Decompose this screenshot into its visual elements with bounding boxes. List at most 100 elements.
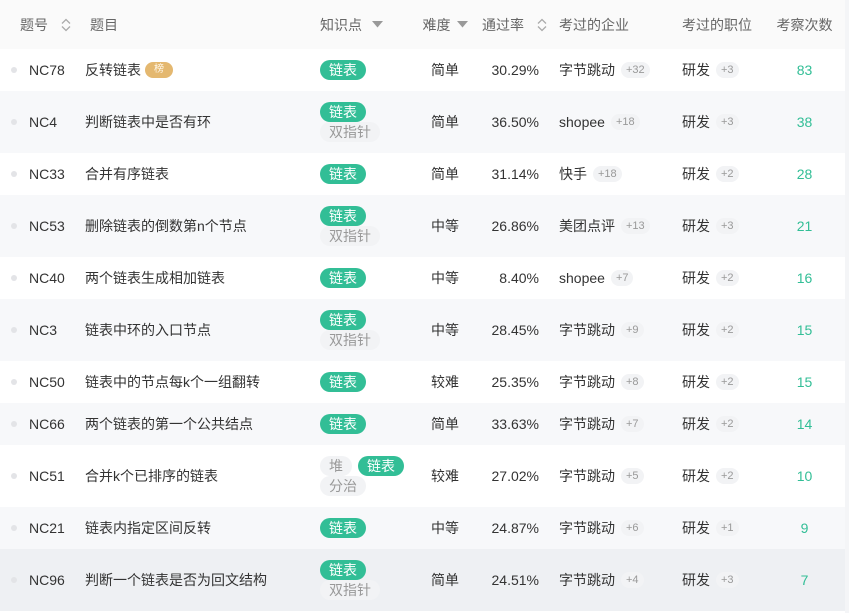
company-cell: 快手 +18 — [559, 164, 682, 184]
problem-title-link[interactable]: 删除链表的倒数第n个节点 — [85, 216, 247, 236]
knowledge-tag[interactable]: 双指针 — [320, 226, 380, 246]
knowledge-tag[interactable]: 双指针 — [320, 330, 380, 350]
tag-list: 链表 — [320, 153, 420, 195]
difficulty: 简单 — [431, 114, 459, 130]
problem-id: NC40 — [29, 270, 65, 286]
pass-rate: 24.87% — [491, 520, 539, 536]
company-more-badge[interactable]: +18 — [610, 114, 640, 130]
exam-count: 83 — [796, 62, 813, 78]
knowledge-tag[interactable]: 链表 — [320, 518, 366, 538]
position-cell: 研发 +3 — [682, 112, 764, 132]
company-name: shopee — [559, 270, 605, 286]
position-more-badge[interactable]: +2 — [716, 374, 739, 390]
table-row[interactable]: NC3 链表中环的入口节点 链表 双指针 中等 28.45% 字节跳动 +9 研发 +2 15 — [0, 299, 845, 361]
pass-rate: 36.50% — [491, 114, 539, 130]
knowledge-tag[interactable]: 链表 — [320, 268, 366, 288]
problem-title-link[interactable]: 链表中的节点每k个一组翻转 — [85, 372, 260, 392]
table-row[interactable]: NC53 删除链表的倒数第n个节点 链表 双指针 中等 26.86% 美团点评 +13 研发 +3… — [0, 195, 845, 257]
table-row[interactable]: NC40 两个链表生成相加链表 链表 中等 8.40% shopee +7 研发 +2 16 — [0, 257, 845, 299]
table-row[interactable]: NC21 链表内指定区间反转 链表 中等 24.87% 字节跳动 +6 研发 +1 9 — [0, 507, 845, 549]
position-cell: 研发 +2 — [682, 372, 764, 392]
header-id-label: 题号 — [20, 16, 48, 33]
problem-title-link[interactable]: 判断链表中是否有环 — [85, 112, 211, 132]
problem-title-cell: 链表内指定区间反转 — [85, 518, 320, 538]
position-more-badge[interactable]: +1 — [716, 520, 739, 536]
company-more-badge[interactable]: +7 — [621, 416, 644, 432]
status-dot — [11, 421, 17, 427]
position-more-badge[interactable]: +2 — [716, 270, 739, 286]
company-more-badge[interactable]: +9 — [621, 322, 644, 338]
header-pass-rate[interactable]: 通过率 — [470, 0, 559, 49]
problem-title-link[interactable]: 合并k个已排序的链表 — [85, 466, 218, 486]
knowledge-tag[interactable]: 链表 — [320, 60, 366, 80]
knowledge-tag[interactable]: 链表 — [320, 102, 366, 122]
sort-icon[interactable] — [536, 17, 548, 33]
difficulty: 简单 — [431, 416, 459, 432]
problem-title-link[interactable]: 反转链表 — [85, 60, 141, 80]
table-row[interactable]: NC66 两个链表的第一个公共结点 链表 简单 33.63% 字节跳动 +7 研发 +2 14 — [0, 403, 845, 445]
position-more-badge[interactable]: +2 — [716, 416, 739, 432]
problem-title-link[interactable]: 两个链表的第一个公共结点 — [85, 414, 253, 434]
caret-down-icon[interactable] — [372, 21, 383, 28]
table-row[interactable]: NC78 反转链表榜链表 简单 30.29% 字节跳动 +32 研发 +3 83 — [0, 49, 845, 91]
header-pass-rate-label: 通过率 — [482, 16, 524, 33]
exam-count: 15 — [796, 374, 813, 390]
position-name: 研发 — [682, 322, 710, 338]
company-more-badge[interactable]: +32 — [621, 62, 650, 78]
knowledge-tag[interactable]: 分治 — [320, 476, 366, 496]
difficulty: 中等 — [431, 218, 459, 234]
table-row[interactable]: NC96 判断一个链表是否为回文结构 链表 双指针 简单 24.51% 字节跳动 +4 研发 +3… — [0, 549, 845, 611]
table-row[interactable]: NC4 判断链表中是否有环 链表 双指针 简单 36.50% shopee +18 研发 +3 38 — [0, 91, 845, 153]
position-more-badge[interactable]: +2 — [716, 322, 739, 338]
difficulty: 简单 — [431, 62, 459, 78]
company-name: 字节跳动 — [559, 62, 615, 78]
table-row[interactable]: NC33 合并有序链表 链表 简单 31.14% 快手 +18 研发 +2 28 — [0, 153, 845, 195]
pass-rate: 24.51% — [491, 572, 539, 588]
pass-rate: 8.40% — [499, 270, 539, 286]
company-more-badge[interactable]: +7 — [610, 270, 634, 286]
knowledge-tag[interactable]: 链表 — [358, 456, 404, 476]
company-cell: 美团点评 +13 — [559, 216, 682, 236]
problem-title-link[interactable]: 判断一个链表是否为回文结构 — [85, 570, 267, 590]
header-tags-label: 知识点 — [320, 16, 362, 33]
knowledge-tag[interactable]: 堆 — [320, 456, 352, 476]
company-more-badge[interactable]: +13 — [621, 218, 650, 234]
header-tags-filter[interactable]: 知识点 — [320, 0, 420, 49]
company-more-badge[interactable]: +8 — [621, 374, 644, 390]
problem-title-link[interactable]: 链表中环的入口节点 — [85, 320, 211, 340]
knowledge-tag[interactable]: 双指针 — [320, 122, 380, 142]
position-more-badge[interactable]: +3 — [716, 62, 739, 78]
position-cell: 研发 +2 — [682, 466, 764, 486]
position-more-badge[interactable]: +2 — [716, 166, 739, 182]
knowledge-tag[interactable]: 链表 — [320, 310, 366, 330]
problem-title-link[interactable]: 合并有序链表 — [85, 164, 169, 184]
company-more-badge[interactable]: +6 — [621, 520, 644, 536]
problem-title-link[interactable]: 两个链表生成相加链表 — [85, 268, 225, 288]
company-more-badge[interactable]: +4 — [621, 572, 644, 588]
company-name: 字节跳动 — [559, 416, 615, 432]
knowledge-tag[interactable]: 链表 — [320, 164, 366, 184]
sort-icon[interactable] — [60, 17, 72, 33]
header-id[interactable]: 题号 — [0, 0, 85, 49]
exam-count: 38 — [796, 114, 813, 130]
header-difficulty-filter[interactable]: 难度 — [420, 0, 470, 49]
knowledge-tag[interactable]: 链表 — [320, 560, 366, 580]
problem-title-link[interactable]: 链表内指定区间反转 — [85, 518, 211, 538]
table-row[interactable]: NC51 合并k个已排序的链表堆链表 分治 较难 27.02% 字节跳动 +5 研发 +2 10 — [0, 445, 845, 507]
company-more-badge[interactable]: +18 — [593, 166, 622, 182]
position-more-badge[interactable]: +3 — [716, 114, 739, 130]
position-more-badge[interactable]: +3 — [716, 572, 739, 588]
caret-down-icon[interactable] — [456, 21, 468, 28]
knowledge-tag[interactable]: 链表 — [320, 372, 366, 392]
knowledge-tag[interactable]: 双指针 — [320, 580, 380, 600]
position-more-badge[interactable]: +3 — [716, 218, 739, 234]
knowledge-tag[interactable]: 链表 — [320, 206, 366, 226]
problem-id: NC66 — [29, 416, 65, 432]
company-more-badge[interactable]: +5 — [621, 468, 644, 484]
header-positions-label: 考过的职位 — [682, 16, 752, 33]
company-name: 美团点评 — [559, 218, 615, 234]
table-row[interactable]: NC50 链表中的节点每k个一组翻转 链表 较难 25.35% 字节跳动 +8 研发 +2 15 — [0, 361, 845, 403]
position-more-badge[interactable]: +2 — [716, 468, 739, 484]
knowledge-tag[interactable]: 链表 — [320, 414, 366, 434]
pass-rate: 33.63% — [491, 416, 539, 432]
